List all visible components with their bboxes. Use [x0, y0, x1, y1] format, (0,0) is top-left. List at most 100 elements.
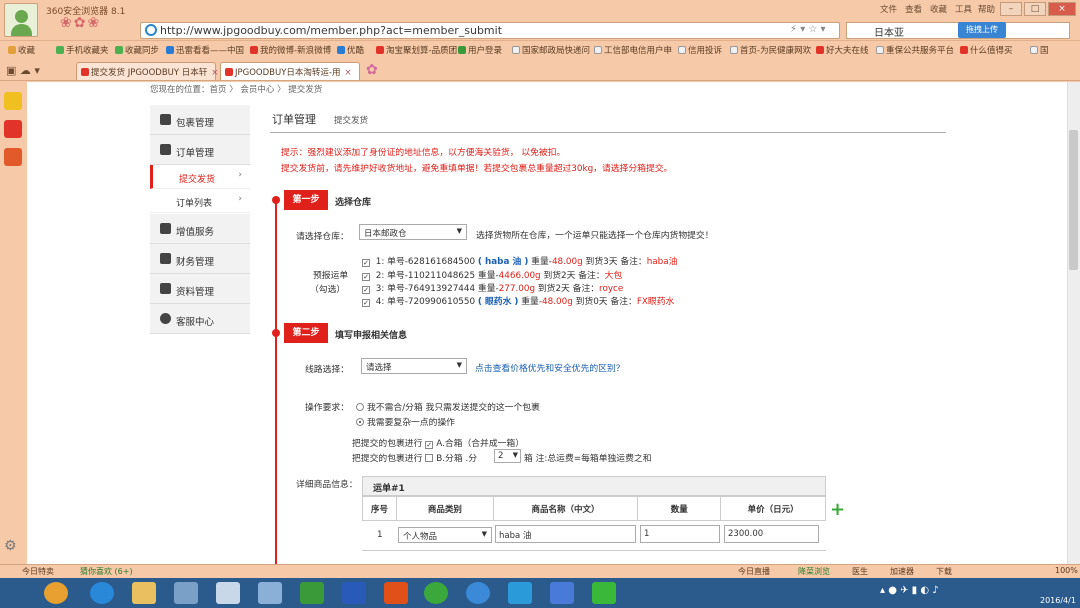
menu-parcel-management[interactable]: 包裹管理	[150, 105, 250, 135]
timeline-line	[275, 200, 277, 564]
bookmark-item[interactable]: 收藏	[8, 44, 35, 56]
parcel-checkbox[interactable]: ✓	[362, 273, 370, 281]
bookmark-item[interactable]: 什么值得买	[960, 44, 1013, 56]
parcel-checkbox[interactable]: ✓	[362, 259, 370, 267]
qq-browser-icon[interactable]	[466, 582, 490, 604]
bookmark-item[interactable]: 工信部电信用户申	[594, 44, 672, 56]
prereport-label: 预报运单	[313, 271, 349, 281]
wechat-icon[interactable]	[592, 582, 616, 604]
submenu-order-list[interactable]: 订单列表 ›	[150, 189, 250, 213]
maximize-button[interactable]: □	[1024, 2, 1046, 16]
upload-button[interactable]: 拖拽上传	[958, 22, 1006, 38]
bookmark-item[interactable]: 首页-为民健康网欢	[730, 44, 811, 56]
browser-360-icon[interactable]	[424, 582, 448, 604]
address-input[interactable]: http://www.jpgoodbuy.com/member.php?act=…	[160, 24, 502, 37]
menu-view[interactable]: 查看	[905, 3, 922, 15]
submenu-submit-shipment[interactable]: 提交发货 ›	[150, 165, 250, 189]
radio-complex[interactable]	[356, 418, 364, 426]
merge-row[interactable]: 把提交的包裹进行 ✓ A.合箱（合并成一箱）	[352, 436, 524, 449]
menu-finance[interactable]: 财务管理	[150, 244, 250, 274]
dropdown-caret-icon: ▼	[456, 361, 462, 369]
status-doctor[interactable]: 医生	[852, 566, 868, 577]
menu-help[interactable]: 帮助	[978, 3, 995, 15]
add-row-plus-icon[interactable]: +	[830, 499, 845, 520]
address-tools-icon[interactable]: ⚡ ▾ ☆ ▾	[790, 24, 826, 35]
explorer-icon[interactable]	[132, 582, 156, 604]
menu-value-added[interactable]: 增值服务	[150, 214, 250, 244]
parcel-row[interactable]: ✓ 3: 单号-764913927444 重量-277.00g 到货2天 备注：…	[362, 281, 623, 294]
minimize-button[interactable]: –	[1000, 2, 1022, 16]
status-zoom[interactable]: 100%	[1055, 566, 1078, 575]
parcel-checkbox[interactable]: ✓	[362, 299, 370, 307]
route-label: 线路选择：	[305, 365, 349, 375]
app-360-icon[interactable]	[44, 582, 68, 604]
status-accelerator[interactable]: 加速器	[890, 566, 914, 577]
waybill-header: 运单#1	[362, 476, 826, 496]
mail-icon[interactable]	[4, 148, 22, 166]
calculator-icon[interactable]	[216, 582, 240, 604]
settings-gear-icon[interactable]: ⚙	[4, 538, 22, 556]
split-checkbox[interactable]	[425, 454, 434, 462]
media-icon[interactable]	[174, 582, 198, 604]
search-input[interactable]: 日本亚	[874, 24, 904, 39]
tab-submit[interactable]: 提交发货 JPGOODBUY 日本轩 ×	[76, 62, 218, 80]
notice-id: 提示：强烈建议添加了身份证的地址信息，以方便海关验货， 以免被扣。	[281, 148, 566, 158]
bookmark-item[interactable]: 用户登录	[458, 44, 502, 56]
ie-icon[interactable]	[90, 582, 114, 604]
parcel-checkbox[interactable]: ✓	[362, 286, 370, 294]
menu-order-management[interactable]: 订单管理	[150, 135, 250, 165]
excel-icon[interactable]	[300, 582, 324, 604]
close-button[interactable]: ×	[1048, 2, 1076, 16]
scrollbar-thumb[interactable]	[1069, 130, 1078, 270]
merge-checkbox[interactable]: ✓	[425, 441, 434, 449]
qty-input[interactable]: 1	[640, 525, 720, 543]
radio-simple[interactable]	[356, 403, 364, 411]
bookmark-item[interactable]: 国	[1030, 44, 1049, 56]
favorites-star-icon[interactable]	[4, 92, 22, 110]
parcel-row[interactable]: ✓ 4: 单号-720990610550 ( 眼药水 ) 重量-48.00g 到…	[362, 294, 674, 307]
op-option-simple[interactable]: 我不需合/分箱 我只需发送提交的这一个包裹	[356, 400, 540, 413]
price-input[interactable]: 2300.00	[724, 525, 819, 543]
bookmark-item[interactable]: 收藏同步	[115, 44, 159, 56]
status-download[interactable]: 下载	[936, 566, 952, 577]
parcel-row[interactable]: ✓ 2: 单号-110211048625 重量-4466.00g 到货2天 备注…	[362, 268, 622, 281]
weibo-icon[interactable]	[4, 120, 22, 138]
cloud-icon[interactable]	[508, 582, 532, 604]
menu-favorites[interactable]: 收藏	[930, 3, 947, 15]
bookmark-item[interactable]: 迅雷看看——中国	[166, 44, 244, 56]
category-select[interactable]: 个人物品 ▼	[398, 527, 492, 543]
menu-tools[interactable]: 工具	[955, 3, 972, 15]
tab-jpgoodbuy[interactable]: JPGOODBUY日本淘转运-用 ×	[220, 62, 360, 80]
status-live[interactable]: 今日直播	[738, 566, 770, 577]
status-deals[interactable]: 今日特卖	[22, 566, 54, 577]
bookmark-item[interactable]: 好大夫在线	[816, 44, 869, 56]
status-browse[interactable]: 降菜浏览	[798, 566, 830, 577]
split-row[interactable]: 把提交的包裹进行 B.分箱 .分	[352, 451, 477, 464]
powerpoint-icon[interactable]	[384, 582, 408, 604]
bookmark-item[interactable]: 我的微博-新浪微博	[250, 44, 331, 56]
pin-icon[interactable]	[550, 582, 574, 604]
goods-name-input[interactable]: haba 油	[495, 525, 636, 543]
bookmark-item[interactable]: 信用投诉	[678, 44, 722, 56]
route-compare-link[interactable]: 点击查看价格优先和安全优先的区别？	[475, 361, 625, 374]
menu-customer-service[interactable]: 客服中心	[150, 304, 250, 334]
warehouse-select[interactable]: 日本邮政仓 ▼	[359, 224, 467, 240]
parcel-row[interactable]: ✓ 1: 单号-628161684500 ( haba 油 ) 重量-48.00…	[362, 254, 677, 267]
op-option-complex[interactable]: 我需要复杂一点的操作	[356, 415, 455, 428]
new-tab-icon[interactable]: ✿	[366, 62, 378, 78]
tray-icons[interactable]: ▴ ● ✈ ▮ ◐ ♪	[880, 585, 939, 596]
route-select[interactable]: 请选择 ▼	[361, 358, 467, 374]
word-icon[interactable]	[342, 582, 366, 604]
bookmark-item[interactable]: 手机收藏夹	[56, 44, 109, 56]
network-icon[interactable]	[258, 582, 282, 604]
split-count-select[interactable]: 2 ▼	[494, 449, 521, 463]
bookmark-item[interactable]: 国家邮政局快递问	[512, 44, 590, 56]
user-avatar[interactable]	[4, 3, 38, 37]
bookmark-item[interactable]: 优酷	[337, 44, 364, 56]
status-recommend[interactable]: 猜你喜欢 (6+)	[80, 566, 133, 577]
menu-profile[interactable]: 资料管理	[150, 274, 250, 304]
bookmark-item[interactable]: 淘宝聚划算-品质团	[376, 44, 457, 56]
tab-tools-icon[interactable]: ▣ ☁ ▾	[6, 64, 40, 77]
menu-file[interactable]: 文件	[880, 3, 897, 15]
bookmark-item[interactable]: 重保公共服务平台	[876, 44, 954, 56]
